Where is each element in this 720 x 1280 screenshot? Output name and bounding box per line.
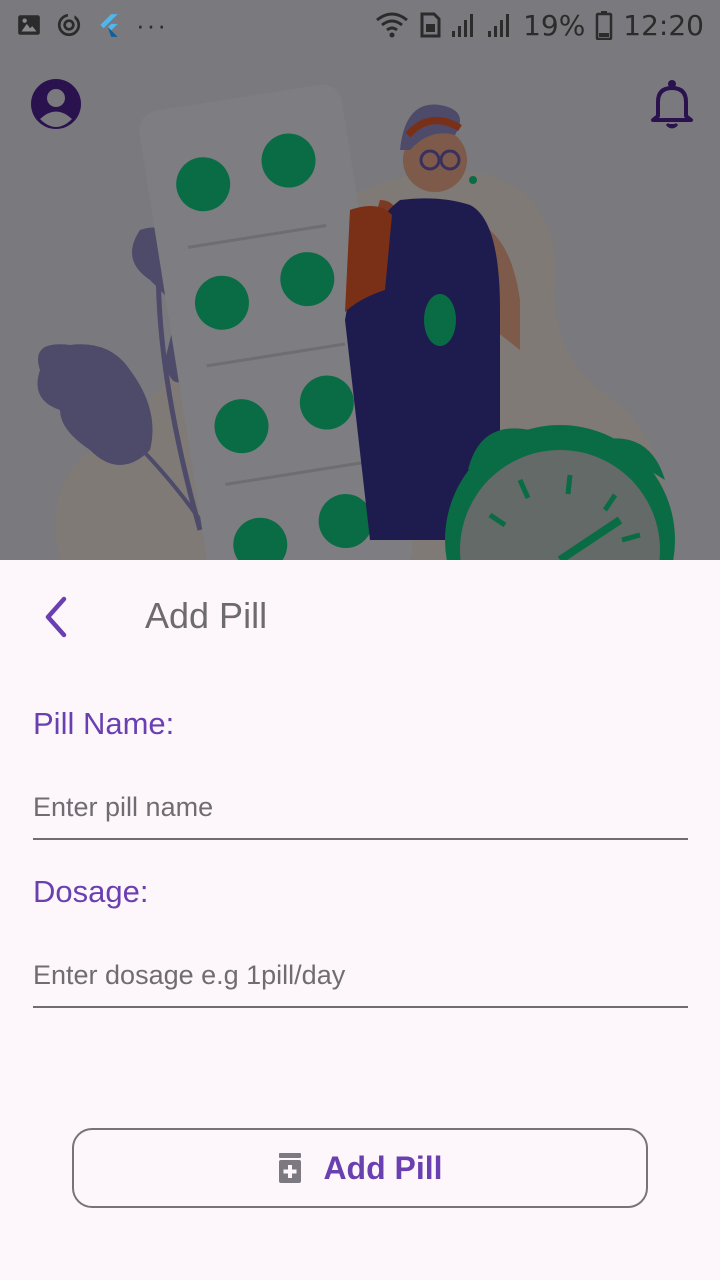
image-icon <box>18 15 40 35</box>
notifications-button[interactable] <box>648 78 696 130</box>
flutter-icon <box>100 14 118 37</box>
add-pill-sheet: Add Pill Pill Name: Dosage: Add Pill <box>0 560 720 1280</box>
page-title: Add Pill <box>145 595 268 636</box>
status-bar-right: 19% 12:20 <box>375 9 704 42</box>
add-pill-button-label: Add Pill <box>323 1149 443 1186</box>
account-circle-icon <box>31 79 81 129</box>
profile-button[interactable] <box>30 78 82 130</box>
pill-illustration <box>37 84 675 560</box>
more-icon: ··· <box>136 9 168 40</box>
dosage-input[interactable] <box>33 944 688 1008</box>
pill-name-label: Pill Name: <box>33 706 175 741</box>
signal-2-icon <box>488 14 510 37</box>
status-bar: ··· 19% 12:20 <box>0 0 720 50</box>
dosage-label: Dosage: <box>33 874 149 909</box>
bell-icon <box>651 80 693 129</box>
add-pill-button[interactable]: Add Pill <box>72 1128 648 1208</box>
pill-name-input[interactable] <box>33 776 688 840</box>
sync-icon <box>57 13 81 37</box>
signal-1-icon <box>452 14 474 37</box>
battery-icon <box>596 11 613 40</box>
medication-icon <box>279 1153 302 1183</box>
clock-time: 12:20 <box>623 8 704 42</box>
wifi-icon <box>376 12 408 38</box>
sim-icon <box>420 12 441 38</box>
battery-percent: 19% <box>523 8 586 42</box>
back-button[interactable] <box>36 594 76 640</box>
chevron-left-icon <box>45 596 67 638</box>
hero-illustration <box>0 50 720 560</box>
status-bar-left: ··· <box>16 10 168 41</box>
